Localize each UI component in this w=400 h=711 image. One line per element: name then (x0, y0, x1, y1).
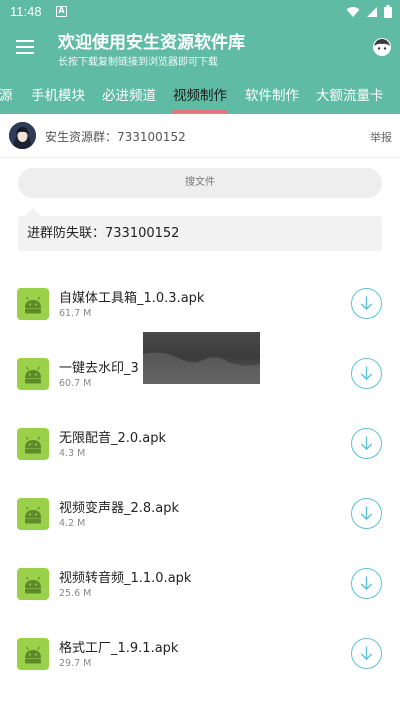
file-size: 4.2 M (59, 518, 86, 529)
report-link[interactable]: 举报 (370, 129, 392, 145)
menu-icon[interactable] (16, 40, 34, 54)
a-icon: A (56, 6, 67, 17)
tab-video-production[interactable]: 视频制作 (173, 84, 227, 104)
download-icon[interactable] (351, 638, 382, 669)
file-item[interactable]: 无限配音_2.0.apk 4.3 M (0, 415, 400, 475)
file-size: 25.6 M (59, 588, 92, 599)
group-bar: 安生资源群：733100152 举报 (0, 114, 400, 158)
file-item[interactable]: 格式工厂_1.9.1.apk 29.7 M (0, 625, 400, 685)
redaction-overlay (143, 332, 260, 384)
tab-indicator (172, 110, 227, 113)
tab-bar: 源 手机模块 必进频道 视频制作 软件制作 大额流量卡 (0, 72, 400, 114)
file-size: 4.3 M (59, 448, 86, 459)
face-icon[interactable] (372, 37, 392, 57)
status-bar: 11:48 A (0, 0, 400, 24)
group-number-text: 安生资源群：733100152 (45, 130, 186, 144)
android-apk-icon (17, 428, 49, 460)
tab-source[interactable]: 源 (0, 84, 13, 104)
tab-mobile-modules[interactable]: 手机模块 (31, 84, 85, 104)
avatar[interactable] (9, 122, 36, 149)
download-icon[interactable] (351, 568, 382, 599)
android-apk-icon (17, 288, 49, 320)
app-title: 欢迎使用安生资源软件库 (58, 33, 245, 53)
file-item[interactable]: 视频变声器_2.8.apk 4.2 M (0, 485, 400, 545)
android-apk-icon (17, 568, 49, 600)
battery-icon (384, 5, 392, 18)
tab-must-join-channels[interactable]: 必进频道 (102, 84, 156, 104)
file-item[interactable]: 自媒体工具箱_1.0.3.apk 61.7 M (0, 275, 400, 335)
download-icon[interactable] (351, 358, 382, 389)
android-apk-icon (17, 638, 49, 670)
download-icon[interactable] (351, 498, 382, 529)
file-name: 自媒体工具箱_1.0.3.apk (59, 291, 205, 306)
notice-pointer (25, 208, 41, 216)
tab-software-production[interactable]: 软件制作 (245, 84, 299, 104)
wifi-icon (346, 6, 360, 17)
signal-icon (367, 6, 377, 17)
android-apk-icon (17, 358, 49, 390)
notice-banner: 进群防失联：733100152 (18, 216, 382, 251)
search-input[interactable]: 搜文件 (18, 168, 382, 198)
app-subtitle: 长按下载复制链接到浏览器即可下载 (58, 57, 218, 68)
tab-data-sim-card[interactable]: 大额流量卡 (316, 84, 384, 104)
file-name: 格式工厂_1.9.1.apk (59, 641, 179, 656)
download-icon[interactable] (351, 428, 382, 459)
file-name: 视频转音频_1.1.0.apk (59, 571, 192, 586)
file-size: 61.7 M (59, 308, 92, 319)
file-name: 无限配音_2.0.apk (59, 431, 167, 446)
status-time: 11:48 (10, 4, 42, 19)
system-icons (346, 5, 392, 18)
file-name: 视频变声器_2.8.apk (59, 501, 180, 516)
file-item[interactable]: 视频转音频_1.1.0.apk 25.6 M (0, 555, 400, 615)
app-bar: 欢迎使用安生资源软件库 长按下载复制链接到浏览器即可下载 (0, 24, 400, 72)
file-size: 29.7 M (59, 658, 92, 669)
file-size: 60.7 M (59, 378, 92, 389)
download-icon[interactable] (351, 288, 382, 319)
file-name: 一键去水印_3 (59, 361, 139, 376)
android-apk-icon (17, 498, 49, 530)
